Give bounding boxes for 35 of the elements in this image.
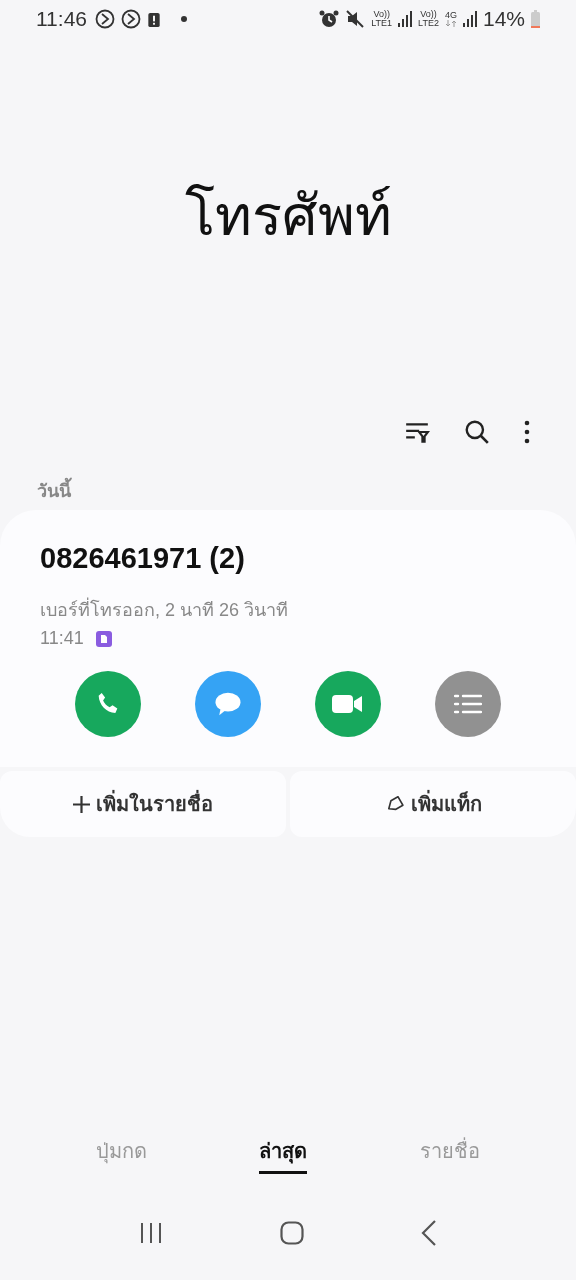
mute-icon [345,9,366,29]
alert-icon [147,10,161,28]
call-time: 11:41 [40,628,84,649]
search-icon[interactable] [464,419,490,445]
call-detail: เบอร์ที่โทรออก, 2 นาที 26 วินาที [40,595,536,624]
home-icon[interactable] [280,1221,304,1245]
recent-apps-icon[interactable] [138,1222,163,1244]
clock: 11:46 [36,7,87,31]
more-icon[interactable] [524,419,530,445]
dot-icon [181,16,187,22]
back-icon[interactable] [421,1220,438,1246]
section-header: วันนี้ [0,462,576,502]
lte-label: LTE1 [371,19,393,28]
add-tag-button[interactable]: เพิ่มแท็ก [290,771,576,837]
app-title: โทรศัพท์ [184,181,392,250]
phone-number: 0826461971 (2) [40,542,246,575]
plus-icon [73,795,90,813]
data-arrows-icon [444,20,457,27]
network-label: 4G [444,11,457,20]
list-icon [454,693,482,715]
call-card[interactable]: 0826461971 (2) เบอร์ที่โทรออก, 2 นาที 26 วินาที 11:41 [0,510,576,767]
signal-icon [398,11,413,27]
signal-icon [462,11,477,27]
volte-label: Vo)) [373,10,390,19]
play-circle-icon [121,9,141,29]
tab[interactable]: ล่าสุด [259,1130,308,1174]
volte-label: Vo)) [420,10,437,19]
add-to-contacts-button[interactable]: เพิ่มในรายชื่อ [0,771,286,837]
sim-icon [95,630,112,647]
play-circle-icon [95,9,115,29]
video-camera-icon [332,693,364,715]
alarm-icon [319,9,340,29]
battery-icon [531,10,540,28]
lte-label: LTE2 [418,19,439,28]
battery-percent: 14% [482,7,525,31]
